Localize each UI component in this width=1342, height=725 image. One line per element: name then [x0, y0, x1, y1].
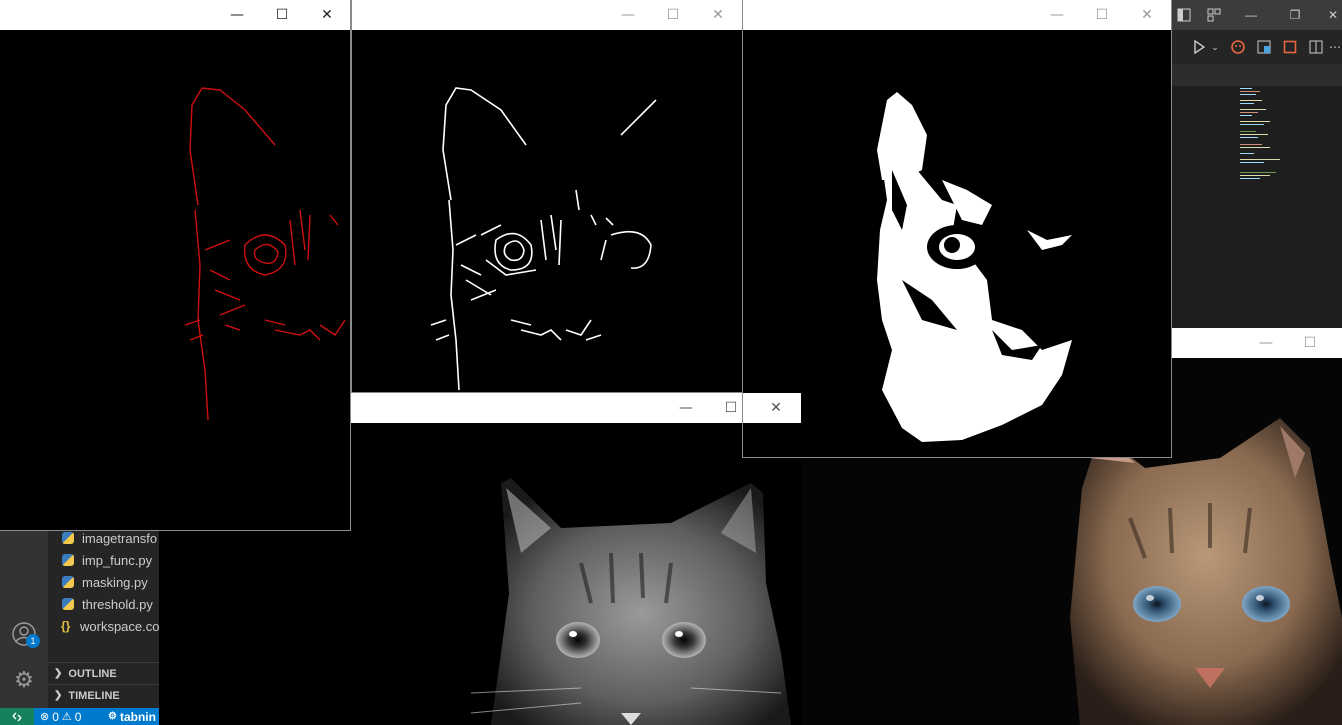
- preview-icon[interactable]: [1255, 38, 1273, 56]
- error-count: 0: [52, 709, 59, 724]
- tabnine-status-icon: ⚙: [108, 711, 117, 722]
- section-label: OUTLINE: [68, 667, 117, 680]
- minimize-button[interactable]: —: [666, 393, 706, 423]
- close-button[interactable]: ✕: [1127, 0, 1167, 30]
- minimize-button[interactable]: —: [608, 0, 648, 30]
- maximize-button[interactable]: ☐: [262, 0, 302, 30]
- file-item[interactable]: imp_func.py: [48, 549, 159, 571]
- outline-section[interactable]: ❯ OUTLINE: [48, 662, 159, 684]
- chevron-right-icon: ❯: [54, 690, 63, 701]
- tabnine-status[interactable]: ⚙ tabnin: [108, 708, 156, 725]
- file-name: threshold.py: [82, 596, 153, 612]
- file-name: masking.py: [82, 574, 148, 590]
- chevron-right-icon: ❯: [54, 668, 63, 679]
- maximize-button[interactable]: ☐: [1082, 0, 1122, 30]
- activity-bar: 1 ⚙: [0, 530, 48, 708]
- editor-tab-strip: [1171, 64, 1342, 86]
- toggle-sidebar-icon[interactable]: [1175, 6, 1193, 24]
- grayscale-window[interactable]: — ☐ ✕: [351, 393, 801, 725]
- minimize-icon[interactable]: —: [1241, 6, 1261, 24]
- maximize-button[interactable]: ☐: [653, 0, 693, 30]
- file-item[interactable]: threshold.py: [48, 593, 159, 615]
- close-button[interactable]: ✕: [756, 393, 796, 423]
- warning-count: 0: [74, 709, 82, 724]
- status-bar: ⊗ 0 ⚠ 0 ⚙ tabnin: [0, 708, 159, 725]
- close-button[interactable]: ✕: [307, 0, 347, 30]
- more-actions-icon[interactable]: ⋯: [1329, 38, 1341, 56]
- file-item[interactable]: masking.py: [48, 571, 159, 593]
- timeline-section[interactable]: ❯ TIMELINE: [48, 684, 159, 706]
- accounts-badge: 1: [26, 634, 40, 648]
- file-name: imp_func.py: [82, 552, 153, 568]
- explorer-panel: imagetransfo imp_func.py masking.py thre…: [48, 530, 159, 708]
- red-edges-window[interactable]: — ☐ ✕: [0, 0, 351, 531]
- file-item[interactable]: imagetransfo: [48, 527, 159, 549]
- file-name: workspace.co: [80, 618, 159, 634]
- problems-status[interactable]: ⊗ 0 ⚠ 0: [40, 708, 81, 725]
- customize-layout-icon[interactable]: [1205, 6, 1223, 24]
- file-item[interactable]: {} workspace.co: [48, 615, 159, 637]
- file-name: imagetransfo: [82, 530, 158, 546]
- error-icon: ⊗: [40, 711, 50, 723]
- stop-icon[interactable]: [1281, 38, 1299, 56]
- section-label: TIMELINE: [68, 689, 120, 702]
- vscode-editor-toolbar: ⌄ ⋯: [1171, 30, 1342, 64]
- python-file-icon: [62, 554, 74, 566]
- minimap[interactable]: [1233, 86, 1342, 328]
- vscode-titlebar: — ❐ ✕: [1171, 0, 1342, 30]
- python-file-icon: [62, 598, 74, 610]
- white-edges-image: [430, 87, 657, 391]
- red-edges-image: [184, 87, 346, 421]
- maximize-button[interactable]: ☐: [1290, 328, 1330, 358]
- tabnine-label: tabnin: [119, 709, 156, 724]
- tabnine-icon[interactable]: [1229, 38, 1247, 56]
- json-file-icon: {}: [61, 619, 71, 633]
- python-file-icon: [62, 532, 74, 544]
- close-button[interactable]: ✕: [698, 0, 738, 30]
- restore-icon[interactable]: ❐: [1285, 6, 1305, 24]
- minimize-button[interactable]: —: [1246, 328, 1286, 358]
- threshold-window[interactable]: — ☐ ✕: [742, 0, 1171, 458]
- chevron-down-icon[interactable]: ⌄: [1209, 38, 1221, 56]
- code-editor[interactable]: [1171, 86, 1342, 328]
- canny-edges-window[interactable]: — ☐ ✕: [351, 0, 742, 393]
- run-icon[interactable]: [1191, 38, 1207, 56]
- python-file-icon: [62, 576, 74, 588]
- gear-icon[interactable]: ⚙: [10, 666, 38, 694]
- grayscale-cat-image: [470, 478, 791, 725]
- threshold-cat-image: [877, 92, 1072, 442]
- window-gap: [159, 531, 351, 725]
- maximize-button[interactable]: ☐: [711, 393, 751, 423]
- minimize-button[interactable]: —: [217, 0, 257, 30]
- close-icon[interactable]: ✕: [1323, 6, 1342, 24]
- remote-icon[interactable]: [0, 708, 34, 725]
- warning-icon: ⚠: [61, 711, 72, 723]
- minimize-button[interactable]: —: [1037, 0, 1077, 30]
- split-editor-icon[interactable]: [1307, 38, 1325, 56]
